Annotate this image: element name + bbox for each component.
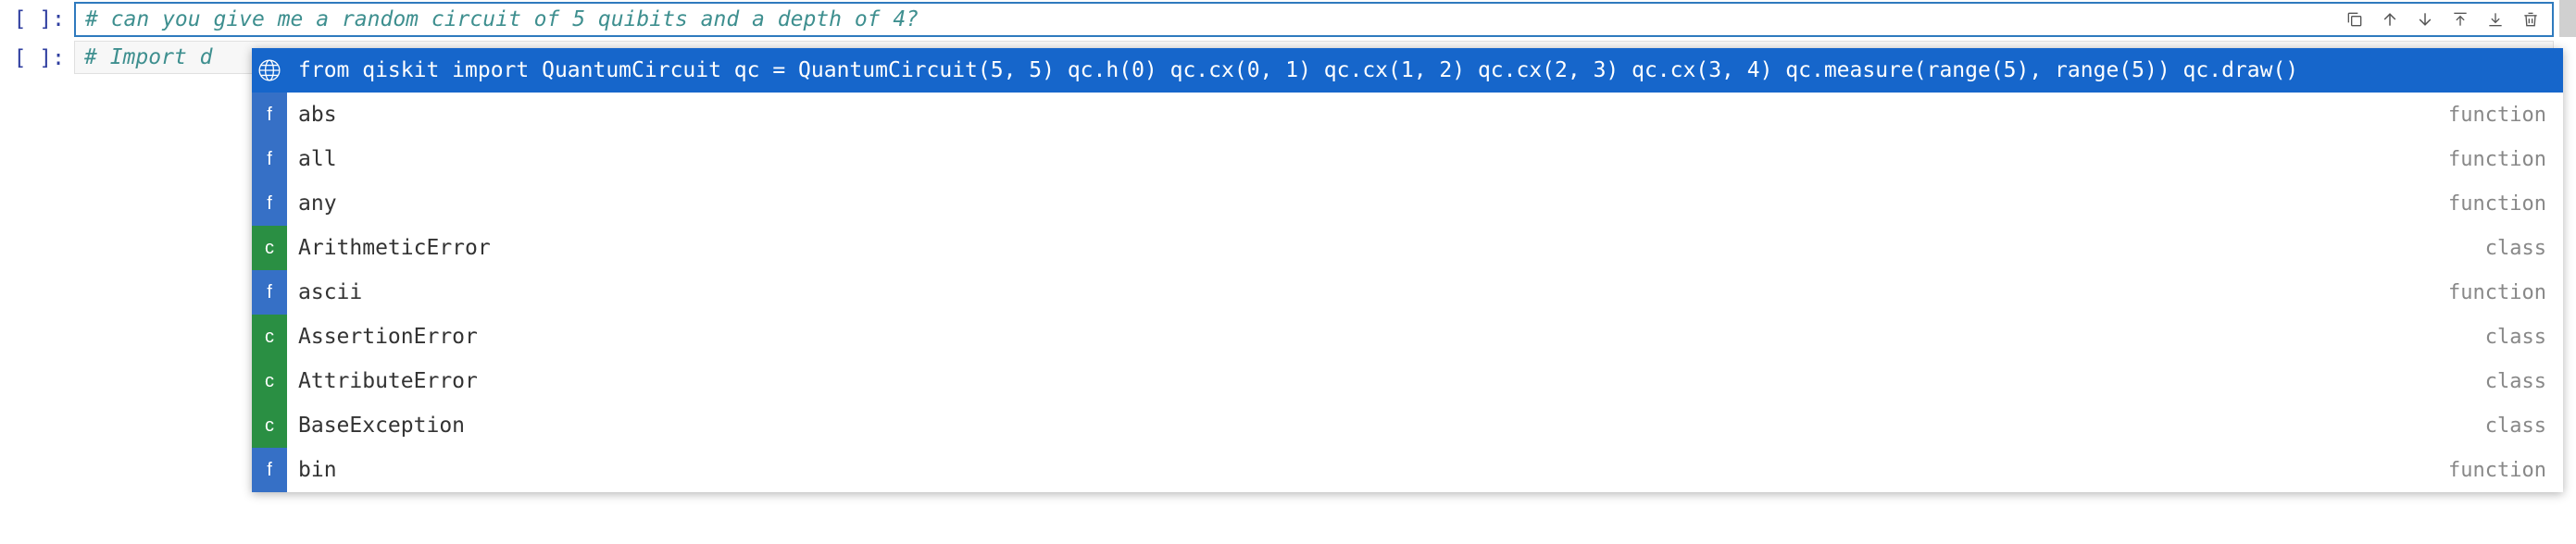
insert-above-icon[interactable] <box>2443 6 2478 33</box>
autocomplete-label: all <box>287 147 2448 171</box>
autocomplete-item[interactable]: c AssertionError class <box>252 315 2563 359</box>
copy-icon[interactable] <box>2337 6 2372 33</box>
autocomplete-item[interactable]: f ascii function <box>252 270 2563 315</box>
autocomplete-label: from qiskit import QuantumCircuit qc = Q… <box>287 58 2546 82</box>
cell-prompt: [ ]: <box>0 2 74 31</box>
autocomplete-label: BaseException <box>287 414 2485 438</box>
autocomplete-label: bin <box>287 458 2448 482</box>
autocomplete-label: abs <box>287 103 2448 127</box>
class-icon: c <box>252 315 287 359</box>
scrollbar-gutter <box>2559 0 2576 37</box>
code-comment: # can you give me a random circuit of 5 … <box>85 7 919 31</box>
autocomplete-popup: from qiskit import QuantumCircuit qc = Q… <box>252 48 2563 492</box>
autocomplete-item-ai-suggestion[interactable]: from qiskit import QuantumCircuit qc = Q… <box>252 48 2563 93</box>
function-icon: f <box>252 93 287 137</box>
autocomplete-label: ArithmeticError <box>287 236 2485 260</box>
arrow-up-icon[interactable] <box>2372 6 2407 33</box>
autocomplete-label: AttributeError <box>287 369 2485 393</box>
autocomplete-type: function <box>2448 459 2563 482</box>
autocomplete-type: function <box>2448 104 2563 127</box>
autocomplete-label: AssertionError <box>287 325 2485 349</box>
autocomplete-item[interactable]: f bin function <box>252 448 2563 492</box>
function-icon: f <box>252 137 287 181</box>
arrow-down-icon[interactable] <box>2407 6 2443 33</box>
class-icon: c <box>252 403 287 448</box>
autocomplete-item[interactable]: f any function <box>252 181 2563 226</box>
ai-suggestion-icon <box>252 48 287 93</box>
autocomplete-label: ascii <box>287 280 2448 304</box>
autocomplete-type: class <box>2485 414 2563 438</box>
code-comment: # Import d <box>84 45 212 69</box>
autocomplete-item[interactable]: c AttributeError class <box>252 359 2563 403</box>
class-icon: c <box>252 359 287 403</box>
cell-toolbar <box>2337 6 2548 33</box>
autocomplete-type: function <box>2448 148 2563 171</box>
autocomplete-item[interactable]: c ArithmeticError class <box>252 226 2563 270</box>
trash-icon[interactable] <box>2513 6 2548 33</box>
insert-below-icon[interactable] <box>2478 6 2513 33</box>
autocomplete-item[interactable]: f all function <box>252 137 2563 181</box>
autocomplete-type: class <box>2485 237 2563 260</box>
cell-prompt: [ ]: <box>0 41 74 70</box>
cell-0: [ ]: # can you give me a random circuit … <box>0 0 2576 39</box>
cell-body[interactable]: # can you give me a random circuit of 5 … <box>74 2 2554 37</box>
autocomplete-type: class <box>2485 370 2563 393</box>
code-line[interactable]: # can you give me a random circuit of 5 … <box>76 4 2552 35</box>
autocomplete-item[interactable]: c BaseException class <box>252 403 2563 448</box>
function-icon: f <box>252 448 287 492</box>
function-icon: f <box>252 270 287 315</box>
autocomplete-type: class <box>2485 326 2563 349</box>
autocomplete-type: function <box>2448 281 2563 304</box>
autocomplete-item[interactable]: f abs function <box>252 93 2563 137</box>
autocomplete-type: function <box>2448 192 2563 216</box>
function-icon: f <box>252 181 287 226</box>
class-icon: c <box>252 226 287 270</box>
autocomplete-label: any <box>287 192 2448 216</box>
